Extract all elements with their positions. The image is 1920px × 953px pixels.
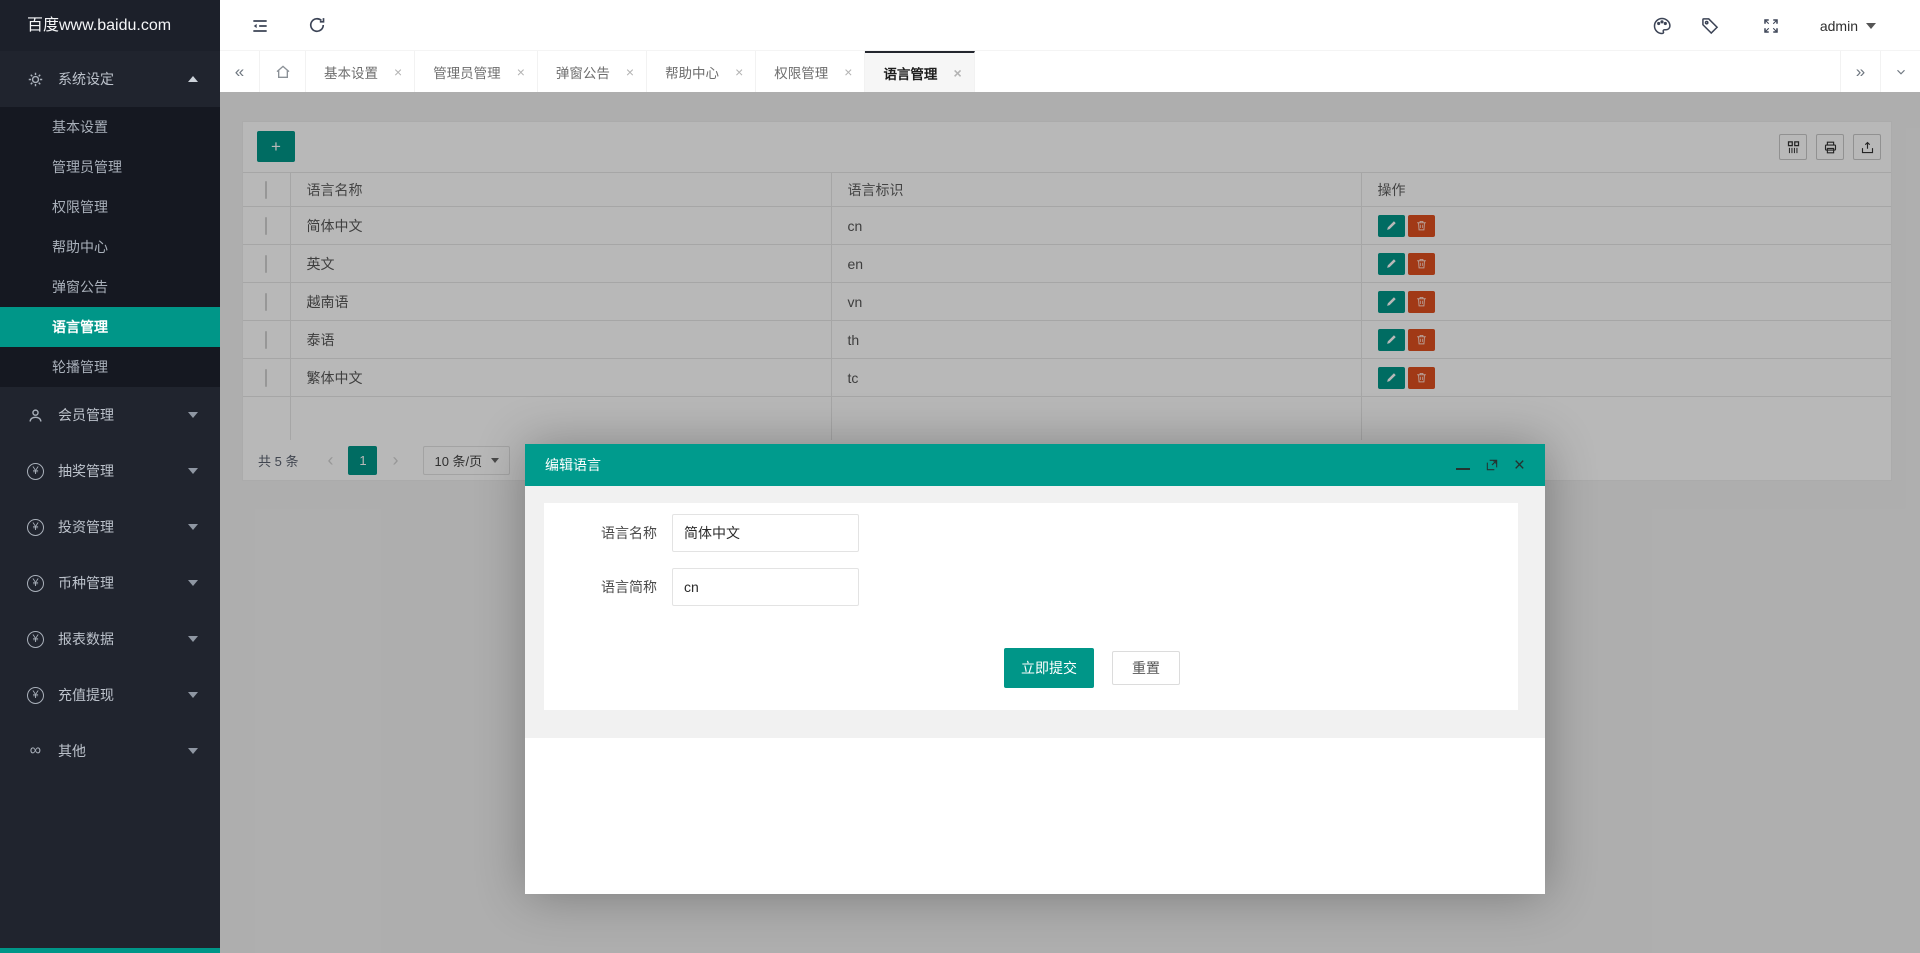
language-name-label: 语言名称 xyxy=(601,525,657,541)
system-submenu: 基本设置 管理员管理 权限管理 帮助中心 弹窗公告 语言管理 轮播管理 xyxy=(0,107,220,387)
submit-button[interactable]: 立即提交 xyxy=(1004,648,1094,688)
sidebar-item-lottery-management[interactable]: 抽奖管理 xyxy=(0,443,220,499)
scroll-tabs-left-icon[interactable] xyxy=(220,51,260,92)
sidebar-item-label: 币种管理 xyxy=(58,575,114,591)
reset-button[interactable]: 重置 xyxy=(1112,651,1180,685)
home-tab[interactable] xyxy=(260,51,306,92)
tab-popup-announcement[interactable]: 弹窗公告 xyxy=(538,51,648,92)
home-icon xyxy=(276,64,289,78)
close-icon[interactable] xyxy=(394,65,402,79)
tag-icon[interactable] xyxy=(1700,16,1720,36)
language-code-input[interactable] xyxy=(672,568,859,606)
app-logo: 百度www.baidu.com xyxy=(0,0,220,51)
close-icon[interactable] xyxy=(844,65,852,79)
chevron-down-icon xyxy=(188,636,198,642)
form-row-code: 语言简称 xyxy=(544,568,859,606)
sidebar-item-label: 报表数据 xyxy=(58,631,114,647)
form-row-name: 语言名称 xyxy=(544,514,859,552)
edit-language-modal: 编辑语言 语言名称 语言简称 xyxy=(525,444,1545,894)
sidebar-item-carousel-management[interactable]: 轮播管理 xyxy=(0,347,220,387)
chevron-down-icon xyxy=(188,580,198,586)
sidebar-item-label: 其他 xyxy=(58,743,86,759)
tab-options-icon[interactable] xyxy=(1880,51,1920,92)
sidebar-item-popup-announcement[interactable]: 弹窗公告 xyxy=(0,267,220,307)
minimize-icon[interactable] xyxy=(1455,468,1470,470)
tab-admin-management[interactable]: 管理员管理 xyxy=(415,51,538,92)
close-icon[interactable] xyxy=(1514,456,1525,475)
sidebar-item-system-settings[interactable]: 系统设定 xyxy=(0,51,220,107)
chevron-down-icon xyxy=(188,692,198,698)
topbar: admin xyxy=(220,0,1920,51)
tab-label: 弹窗公告 xyxy=(555,65,610,81)
chevron-up-icon xyxy=(188,76,198,82)
sidebar-item-report-data[interactable]: 报表数据 xyxy=(0,611,220,667)
close-icon[interactable] xyxy=(953,66,961,80)
chevron-down-icon xyxy=(188,748,198,754)
chevron-down-icon xyxy=(188,468,198,474)
user-icon xyxy=(26,406,45,425)
modal-controls xyxy=(1455,456,1525,475)
sidebar: 百度www.baidu.com 系统设定 基本设置 管理员管理 权限管理 帮助中… xyxy=(0,0,220,953)
sidebar-item-label: 抽奖管理 xyxy=(58,463,114,479)
sidebar-item-currency-management[interactable]: 币种管理 xyxy=(0,555,220,611)
modal-form-background: 语言名称 语言简称 立即提交 重置 xyxy=(525,486,1545,738)
tab-permission-management[interactable]: 权限管理 xyxy=(756,51,866,92)
form-buttons: 立即提交 重置 xyxy=(1004,648,1180,688)
close-icon[interactable] xyxy=(735,65,743,79)
language-code-label: 语言简称 xyxy=(601,579,657,595)
tab-label: 基本设置 xyxy=(324,65,378,81)
sidebar-item-label: 会员管理 xyxy=(58,407,114,423)
sidebar-item-help-center[interactable]: 帮助中心 xyxy=(0,227,220,267)
yen-icon xyxy=(26,518,45,537)
chevron-down-icon xyxy=(188,524,198,530)
tabbar: 基本设置 管理员管理 弹窗公告 帮助中心 权限管理 语言管理 xyxy=(220,51,1920,92)
user-menu[interactable]: admin xyxy=(1820,0,1876,51)
tab-basic-settings[interactable]: 基本设置 xyxy=(306,51,416,92)
tab-label: 帮助中心 xyxy=(665,65,720,81)
modal-header[interactable]: 编辑语言 xyxy=(525,444,1545,486)
tab-label: 语言管理 xyxy=(883,66,938,82)
tab-label: 管理员管理 xyxy=(433,65,501,81)
username: admin xyxy=(1819,17,1858,34)
tabbar-spacer xyxy=(975,51,1840,92)
fullscreen-icon[interactable] xyxy=(1762,17,1780,35)
maximize-icon[interactable] xyxy=(1485,458,1499,472)
yen-icon xyxy=(26,462,45,481)
admin-app: 百度www.baidu.com 系统设定 基本设置 管理员管理 权限管理 帮助中… xyxy=(0,0,1920,953)
close-icon[interactable] xyxy=(517,65,525,79)
theme-palette-icon[interactable] xyxy=(1652,16,1672,36)
refresh-icon[interactable] xyxy=(307,15,327,35)
tab-language-management[interactable]: 语言管理 xyxy=(865,51,975,92)
chevron-down-icon xyxy=(188,412,198,418)
collapse-sidebar-icon[interactable] xyxy=(250,16,270,36)
sidebar-item-permission-management[interactable]: 权限管理 xyxy=(0,187,220,227)
tab-help-center[interactable]: 帮助中心 xyxy=(647,51,757,92)
modal-body: 语言名称 语言简称 立即提交 重置 xyxy=(525,486,1545,894)
chevron-down-icon xyxy=(1866,22,1876,29)
scroll-tabs-right-icon[interactable] xyxy=(1840,51,1880,92)
sidebar-item-admin-management[interactable]: 管理员管理 xyxy=(0,147,220,187)
yen-icon xyxy=(26,686,45,705)
sidebar-item-member-management[interactable]: 会员管理 xyxy=(0,387,220,443)
sidebar-item-label: 系统设定 xyxy=(58,71,114,87)
tab-label: 权限管理 xyxy=(774,65,829,81)
sidebar-item-basic-settings[interactable]: 基本设置 xyxy=(0,107,220,147)
sidebar-item-label: 投资管理 xyxy=(58,519,114,535)
yen-icon xyxy=(26,630,45,649)
gear-icon xyxy=(26,70,45,89)
sidebar-item-deposit-withdrawal[interactable]: 充值提现 xyxy=(0,667,220,723)
sidebar-item-investment-management[interactable]: 投资管理 xyxy=(0,499,220,555)
modal-title: 编辑语言 xyxy=(545,457,601,473)
close-icon[interactable] xyxy=(626,65,634,79)
link-icon xyxy=(26,742,45,761)
sidebar-item-other[interactable]: 其他 xyxy=(0,723,220,779)
language-name-input[interactable] xyxy=(672,514,859,552)
sidebar-item-language-management[interactable]: 语言管理 xyxy=(0,307,220,347)
edit-language-form: 语言名称 语言简称 立即提交 重置 xyxy=(544,503,1518,710)
sidebar-item-label: 充值提现 xyxy=(58,687,114,703)
yen-icon xyxy=(26,574,45,593)
